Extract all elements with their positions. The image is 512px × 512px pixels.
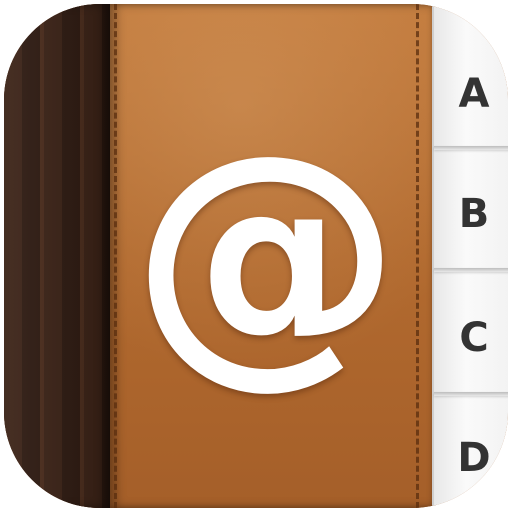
stitching-left [114, 4, 117, 508]
address-book-icon[interactable]: @ A B C D [4, 4, 508, 508]
at-sign-symbol: @ [131, 96, 401, 411]
index-tab-b[interactable]: B [434, 164, 508, 264]
index-tab-c[interactable]: C [434, 288, 508, 388]
tab-divider [434, 268, 508, 272]
index-tab-a-label: A [458, 71, 490, 117]
tab-divider [434, 392, 508, 396]
tab-divider [434, 146, 508, 150]
index-tabs: A B C D [432, 4, 508, 508]
index-tab-d-label: D [457, 435, 491, 481]
index-tab-a[interactable]: A [434, 44, 508, 144]
index-tab-b-label: B [458, 191, 490, 237]
index-tab-d[interactable]: D [434, 408, 508, 508]
stitching-right [416, 4, 419, 508]
book-spine [4, 4, 110, 508]
index-tab-c-label: C [459, 315, 489, 361]
